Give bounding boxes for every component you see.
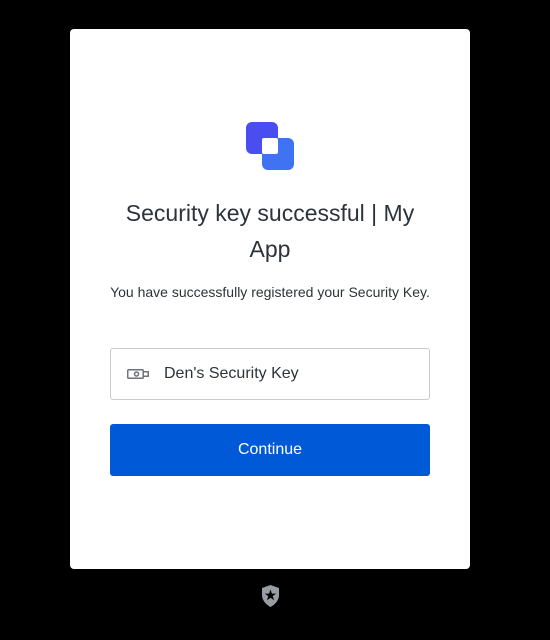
success-description: You have successfully registered your Se…: [110, 284, 430, 300]
login-card: Security key successful | My App You hav…: [70, 29, 470, 569]
usb-key-icon: [127, 369, 149, 379]
security-key-item: Den's Security Key: [110, 348, 430, 400]
security-key-name: Den's Security Key: [164, 365, 299, 382]
auth0-shield-icon: [262, 585, 279, 607]
page-title: Security key successful | My App: [125, 200, 415, 262]
continue-button[interactable]: Continue: [110, 424, 430, 476]
page: Security key successful | My App You hav…: [0, 0, 550, 640]
app-logo-icon: [246, 122, 294, 170]
